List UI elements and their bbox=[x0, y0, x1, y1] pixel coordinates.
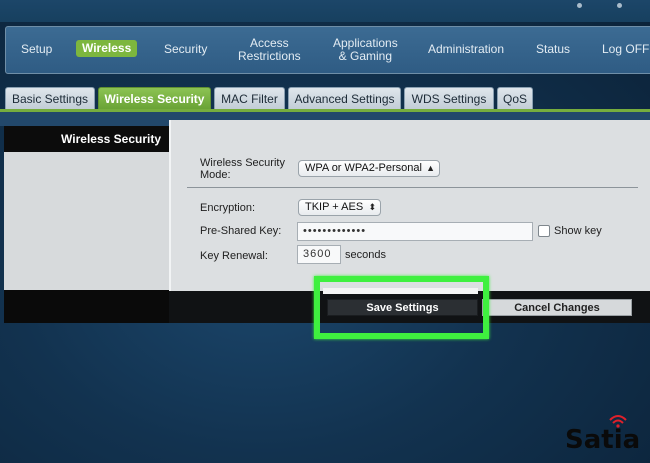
nav-setup[interactable]: Setup bbox=[21, 43, 52, 56]
select-arrows-icon: ⬍ bbox=[368, 202, 376, 212]
psk-label: Pre-Shared Key: bbox=[200, 225, 282, 237]
select-arrows-icon: ▲ bbox=[426, 163, 435, 173]
tab-mac-filter[interactable]: MAC Filter bbox=[214, 87, 285, 109]
encryption-select[interactable]: TKIP + AES ⬍ bbox=[298, 199, 381, 216]
nav-security[interactable]: Security bbox=[164, 43, 207, 56]
top-strip bbox=[0, 0, 650, 22]
nav-log-off[interactable]: Log OFF bbox=[602, 43, 649, 56]
sidebar-footer bbox=[4, 290, 169, 323]
nav-status[interactable]: Status bbox=[536, 43, 570, 56]
form-divider bbox=[187, 187, 638, 188]
key-renewal-label: Key Renewal: bbox=[200, 250, 268, 262]
show-key-checkbox[interactable] bbox=[538, 225, 550, 237]
nav-wireless[interactable]: Wireless bbox=[76, 40, 138, 57]
security-mode-label: Wireless Security Mode: bbox=[200, 157, 285, 181]
tab-wds-settings[interactable]: WDS Settings bbox=[404, 87, 494, 109]
nav-applications-gaming[interactable]: Applications & Gaming bbox=[333, 37, 398, 63]
show-key-label: Show key bbox=[554, 225, 602, 237]
tab-qos[interactable]: QoS bbox=[497, 87, 533, 109]
sidebar: Wireless Security bbox=[4, 126, 169, 323]
key-renewal-unit: seconds bbox=[345, 249, 386, 261]
sidebar-header: Wireless Security bbox=[4, 126, 169, 152]
subtab-bar: Basic Settings Wireless Security MAC Fil… bbox=[0, 87, 650, 111]
main-nav: Setup Wireless Security Access Restrictio… bbox=[5, 26, 650, 74]
cancel-changes-button[interactable]: Cancel Changes bbox=[482, 299, 632, 316]
security-mode-select[interactable]: WPA or WPA2-Personal ▲ bbox=[298, 160, 440, 177]
nav-administration[interactable]: Administration bbox=[428, 43, 504, 56]
dot-icon bbox=[617, 3, 622, 8]
encryption-label: Encryption: bbox=[200, 202, 256, 214]
nav-access-restrictions[interactable]: Access Restrictions bbox=[238, 37, 301, 63]
dot-icon bbox=[577, 3, 582, 8]
sidebar-title: Wireless Security bbox=[61, 132, 161, 146]
key-renewal-input[interactable]: 3600 bbox=[297, 245, 341, 264]
tab-wireless-security[interactable]: Wireless Security bbox=[98, 87, 211, 109]
tab-advanced-settings[interactable]: Advanced Settings bbox=[288, 87, 401, 109]
psk-input[interactable]: ••••••••••••• bbox=[297, 222, 533, 241]
watermark-logo: Satia bbox=[565, 425, 641, 455]
save-highlight-box bbox=[314, 276, 489, 339]
encryption-value: TKIP + AES bbox=[305, 201, 364, 213]
security-mode-value: WPA or WPA2-Personal bbox=[305, 162, 422, 174]
tab-basic-settings[interactable]: Basic Settings bbox=[5, 87, 95, 109]
